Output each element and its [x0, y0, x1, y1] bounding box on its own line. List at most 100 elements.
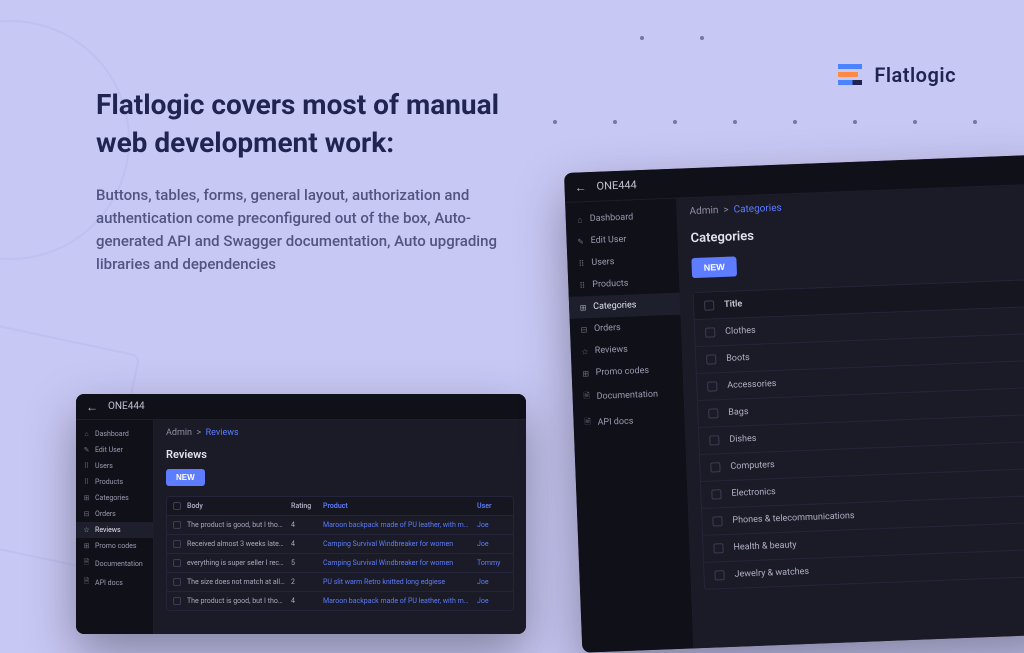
- reviews-window: ← ONE444 ⌂Dashboard✎Edit User ⠿ Users ⠿ Prod…: [76, 394, 526, 634]
- api-docs-icon: 🗎: [83, 577, 90, 588]
- cell-user[interactable]: Joe: [477, 521, 507, 529]
- table-row[interactable]: everything is super seller I recom...5Ca…: [167, 554, 513, 573]
- cell-rating: 4: [291, 597, 317, 605]
- sidebar-item-categories[interactable]: ⊞Categories: [76, 490, 153, 506]
- cell-product[interactable]: PU slit warm Retro knitted long edgiese: [323, 578, 471, 586]
- checkbox[interactable]: [708, 408, 718, 418]
- sidebar-item-dashboard[interactable]: ⌂Dashboard: [76, 426, 153, 442]
- cell-user[interactable]: Joe: [477, 597, 507, 605]
- checkbox[interactable]: [706, 354, 716, 364]
- categories-panel-title: Categories: [690, 218, 1024, 246]
- reviews-main: Admin > Reviews Reviews NEW Body Rating …: [154, 420, 526, 634]
- checkbox[interactable]: [714, 570, 724, 580]
- table-row[interactable]: The product is good, but I thought... 4 Ma…: [167, 516, 513, 535]
- sidebar-item-api-docs[interactable]: 🗎 API docs: [573, 407, 685, 437]
- users-icon: ⠿: [83, 462, 90, 470]
- sidebar-item-products[interactable]: ⠿ Products: [76, 474, 153, 490]
- table-row[interactable]: The product is good, but I thought...4Ma…: [167, 592, 513, 610]
- sidebar-item-edit-user[interactable]: ✎Edit User: [76, 442, 153, 458]
- cell-rating: 5: [291, 559, 317, 567]
- categories-window-title: ONE444: [596, 178, 637, 193]
- api-docs-icon: 🗎: [583, 416, 592, 430]
- cell-title: Health & beauty: [733, 540, 796, 552]
- promo-codes-icon: ⊞: [83, 542, 90, 550]
- checkbox[interactable]: [173, 578, 181, 586]
- categories-sidebar: ⌂Dashboard✎Edit User⠿Users⠿Products⊞Cate…: [565, 199, 694, 653]
- promo-block: Flatlogic covers most of manual web deve…: [96, 86, 516, 277]
- checkbox[interactable]: [710, 462, 720, 472]
- new-button[interactable]: NEW: [691, 256, 737, 278]
- reviews-sidebar: ⌂Dashboard✎Edit User ⠿ Users ⠿ Products ⊞Cate…: [76, 420, 154, 634]
- checkbox-all[interactable]: [704, 300, 714, 310]
- sidebar-item-promo-codes[interactable]: ⊞Promo codes: [76, 538, 153, 554]
- dashboard-icon: ⌂: [576, 215, 584, 224]
- reviews-table: Body Rating Product User The product is …: [166, 496, 514, 611]
- cell-user[interactable]: Joe: [477, 578, 507, 586]
- sidebar-item-label: Orders: [95, 510, 116, 518]
- cell-title: Jewelry & watches: [734, 567, 809, 580]
- table-row[interactable]: Received almost 3 weeks later in...4Camp…: [167, 535, 513, 554]
- sidebar-item-api-docs[interactable]: 🗎 API docs: [76, 573, 153, 592]
- sidebar-item-label: Reviews: [95, 526, 121, 534]
- checkbox-all[interactable]: [173, 502, 181, 510]
- checkbox[interactable]: [712, 516, 722, 526]
- sidebar-item-label: Users: [95, 462, 113, 470]
- checkbox[interactable]: [705, 327, 715, 337]
- col-product: Product: [323, 502, 471, 510]
- promo-body: Buttons, tables, forms, general layout, …: [96, 184, 516, 277]
- checkbox[interactable]: [713, 543, 723, 553]
- checkbox[interactable]: [173, 540, 181, 548]
- cell-product[interactable]: Camping Survival Windbreaker for women: [323, 559, 471, 567]
- cell-title: Clothes: [725, 326, 756, 337]
- cell-product[interactable]: Maroon backpack made of PU leather, with…: [323, 597, 471, 605]
- brand-icon: [838, 64, 864, 86]
- categories-icon: ⊞: [579, 303, 587, 312]
- cell-title: Computers: [730, 460, 775, 472]
- sidebar-item-users[interactable]: ⠿ Users: [76, 458, 153, 474]
- breadcrumb: Admin > Categories: [689, 193, 1024, 217]
- breadcrumb-current: Reviews: [206, 428, 239, 438]
- cell-title: Boots: [726, 353, 750, 364]
- breadcrumb: Admin > Reviews: [166, 428, 514, 438]
- checkbox[interactable]: [173, 597, 181, 605]
- cell-rating: 4: [291, 521, 317, 529]
- sidebar-item-label: Reviews: [595, 345, 628, 356]
- checkbox[interactable]: [711, 489, 721, 499]
- col-body: Body: [187, 502, 285, 510]
- reviews-icon: ☆: [581, 347, 589, 356]
- sidebar-item-label: API docs: [95, 579, 123, 587]
- sidebar-item-label: Orders: [594, 323, 621, 334]
- breadcrumb-parent[interactable]: Admin: [689, 205, 718, 217]
- checkbox[interactable]: [173, 559, 181, 567]
- new-button[interactable]: NEW: [166, 469, 205, 486]
- cell-product[interactable]: Maroon backpack made of PU leather, with…: [323, 521, 471, 529]
- brand-name: Flatlogic: [874, 63, 956, 87]
- sidebar-item-label: API docs: [597, 417, 633, 428]
- cell-body: The product is good, but I thought...: [187, 521, 285, 529]
- checkbox[interactable]: [709, 435, 719, 445]
- table-row[interactable]: The size does not match at all! 43...2PU…: [167, 573, 513, 592]
- checkbox[interactable]: [707, 381, 717, 391]
- sidebar-item-documentation[interactable]: 🗎Documentation: [76, 554, 153, 573]
- sidebar-item-reviews[interactable]: ☆Reviews: [76, 522, 153, 538]
- cell-user[interactable]: Joe: [477, 540, 507, 548]
- col-user: User: [477, 502, 507, 510]
- cell-user[interactable]: Tommy: [477, 559, 507, 567]
- sidebar-item-label: Dashboard: [95, 430, 129, 438]
- products-icon: ⠿: [83, 478, 90, 486]
- sidebar-item-orders[interactable]: ⊟Orders: [76, 506, 153, 522]
- reviews-topbar: ← ONE444: [76, 394, 526, 420]
- checkbox[interactable]: [173, 521, 181, 529]
- sidebar-item-label: Products: [95, 478, 123, 486]
- sidebar-item-label: Categories: [593, 300, 637, 312]
- back-icon[interactable]: ←: [86, 400, 98, 414]
- cell-title: Electronics: [731, 487, 776, 499]
- cell-product[interactable]: Camping Survival Windbreaker for women: [323, 540, 471, 548]
- sidebar-item-label: Products: [592, 279, 628, 290]
- categories-main: Admin > Categories Categories NEW Title …: [677, 185, 1024, 649]
- breadcrumb-parent[interactable]: Admin: [166, 428, 192, 438]
- brand: Flatlogic: [838, 63, 956, 87]
- col-title: Title: [724, 299, 742, 310]
- back-icon[interactable]: ←: [574, 180, 587, 194]
- cell-title: Bags: [728, 407, 749, 418]
